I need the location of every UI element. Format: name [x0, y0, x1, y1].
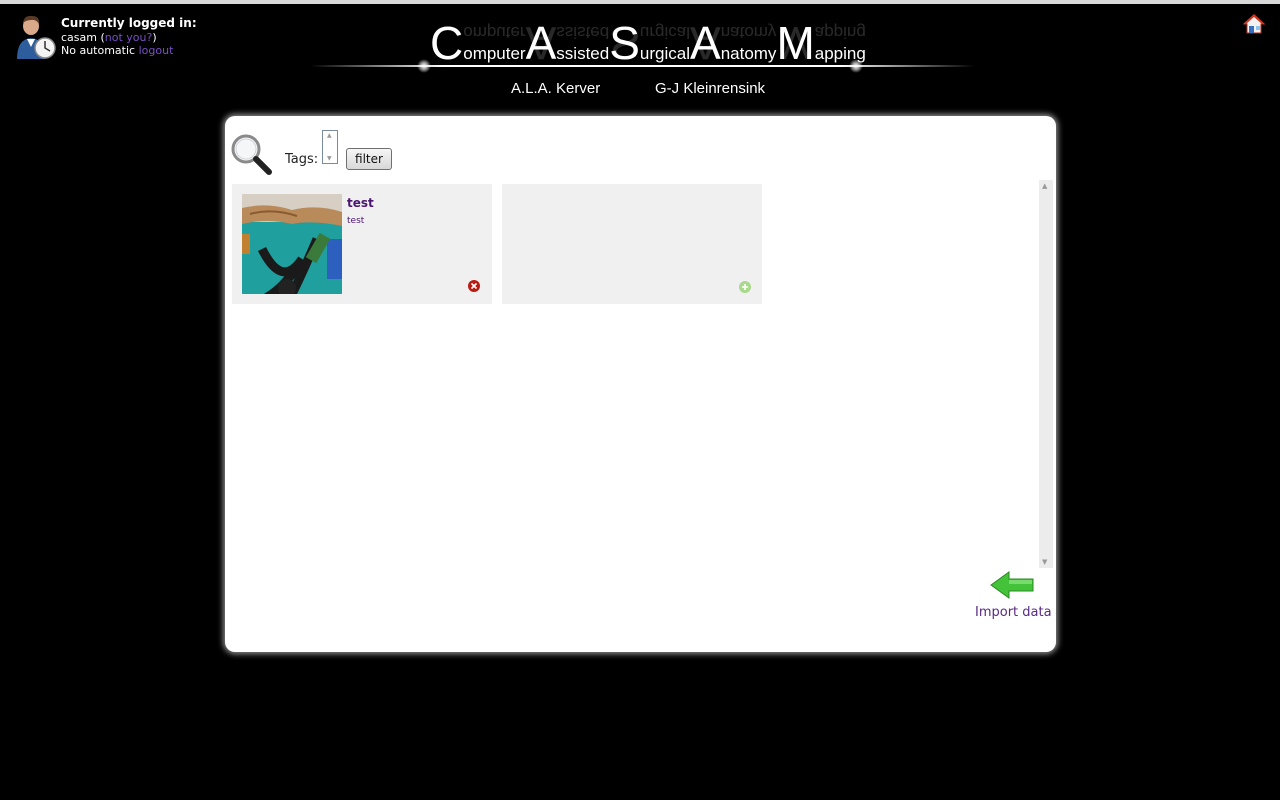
- logout-link[interactable]: logout: [139, 44, 174, 57]
- import-data-label: Import data: [975, 605, 1052, 620]
- home-icon[interactable]: [1243, 13, 1265, 35]
- logo-reflection-letter: A: [525, 17, 557, 69]
- user-clock-icon: [17, 15, 56, 59]
- scroll-down-arrow[interactable]: ▼: [1042, 558, 1047, 566]
- user-info: Currently logged in: casam (not you?) No…: [61, 16, 197, 57]
- magnifier-icon: [231, 134, 272, 175]
- scroll-up-icon: ▲: [327, 132, 332, 139]
- tags-label: Tags:: [285, 152, 319, 167]
- main-panel: Tags: ▲ ▼ filter test test ▲ ▼ Import da…: [225, 116, 1056, 652]
- logo-reflection-word: omputer: [463, 23, 526, 42]
- scroll-up-arrow[interactable]: ▲: [1042, 182, 1047, 190]
- paren-close: ): [152, 31, 157, 44]
- logout-line: No automatic logout: [61, 44, 197, 57]
- casam-logo: ComputerAssistedSurgicalAnatomyMapping C…: [300, 10, 980, 115]
- paren-open: (: [96, 31, 105, 44]
- username: casam: [61, 31, 97, 44]
- filter-button[interactable]: filter: [346, 148, 392, 170]
- logo-flare: [417, 59, 431, 73]
- login-line: casam (not you?): [61, 31, 197, 44]
- logo-reflection-word: urgical: [639, 23, 690, 42]
- logo-reflection-letter: A: [690, 17, 721, 69]
- not-you-link[interactable]: not you?: [105, 31, 153, 44]
- import-data-button[interactable]: Import data: [973, 570, 1057, 624]
- arrow-left-icon: [990, 571, 1034, 599]
- item-subtitle: test: [347, 216, 365, 226]
- scroll-down-icon: ▼: [327, 155, 332, 162]
- logo-reflection-word: natomy: [720, 23, 777, 42]
- auto-text: No automatic: [61, 44, 139, 57]
- author-kleinrensink: G-J Kleinrensink: [655, 80, 766, 97]
- add-item-card: [502, 184, 762, 304]
- item-title-link[interactable]: test: [347, 196, 374, 210]
- add-icon[interactable]: [739, 281, 751, 293]
- top-border: [0, 0, 1280, 4]
- item-list: test test: [231, 182, 1031, 572]
- list-scrollbar[interactable]: ▲ ▼: [1039, 180, 1053, 568]
- tags-select[interactable]: ▲ ▼: [322, 130, 338, 164]
- logo-reflection-word: apping: [814, 23, 866, 42]
- login-header: Currently logged in:: [61, 16, 197, 30]
- logo-reflection-letter: S: [609, 17, 640, 69]
- delete-icon[interactable]: [468, 280, 480, 292]
- logo-reflection: ComputerAssistedSurgicalAnatomyMapping: [430, 16, 866, 70]
- author-kerver: A.L.A. Kerver: [511, 80, 601, 97]
- logo-reflection-word: ssisted: [556, 23, 610, 42]
- logo-reflection-letter: M: [776, 17, 815, 69]
- list-item: test test: [232, 184, 492, 304]
- item-thumbnail[interactable]: [242, 194, 342, 294]
- logo-reflection-letter: C: [430, 17, 464, 69]
